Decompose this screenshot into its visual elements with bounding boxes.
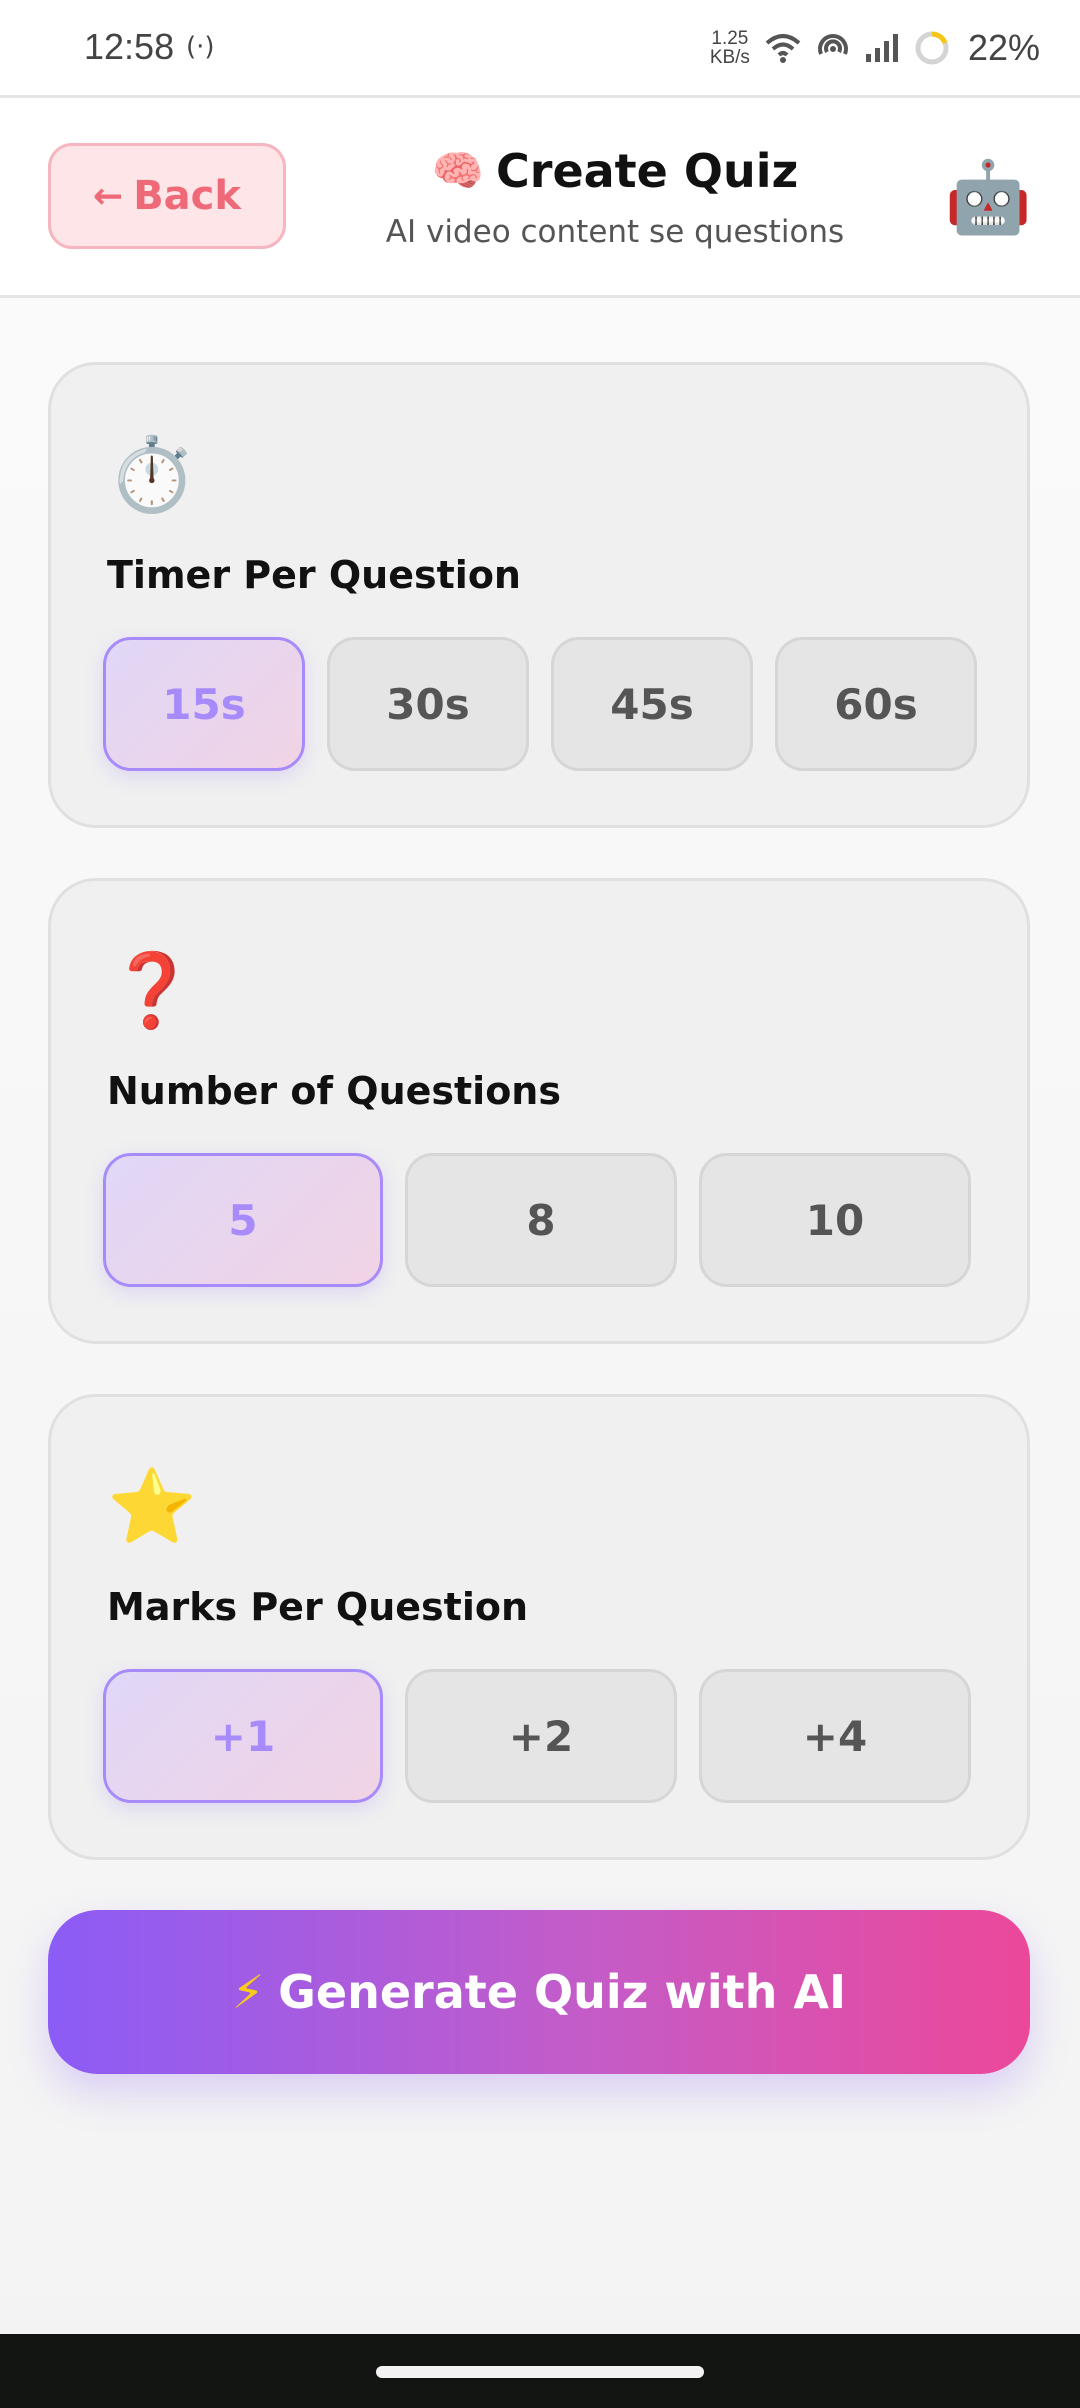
marks-option-plus1[interactable]: +1	[103, 1669, 383, 1803]
questions-options: 5 8 10	[103, 1153, 971, 1287]
navigation-bar	[0, 2334, 1080, 2408]
questions-option-5[interactable]: 5	[103, 1153, 383, 1287]
hotspot-signal-icon	[816, 32, 850, 64]
timer-option-30s[interactable]: 30s	[327, 637, 529, 771]
questions-card: ❓ Number of Questions 5 8 10	[48, 878, 1030, 1344]
marks-options: +1 +2 +4	[103, 1669, 971, 1803]
status-indicators: 1.25 KB/s 22%	[710, 24, 1040, 72]
network-speed-unit: KB/s	[709, 47, 750, 68]
page-subtitle: AI video content se questions	[385, 214, 845, 250]
robot-icon: 🤖	[944, 156, 1032, 238]
hotspot-icon: (·)	[186, 32, 215, 62]
home-indicator[interactable]	[376, 2366, 704, 2378]
timer-card: ⏱️ Timer Per Question 15s 30s 45s 60s	[48, 362, 1030, 828]
timer-option-60s[interactable]: 60s	[775, 637, 977, 771]
question-mark-icon: ❓	[107, 948, 197, 1032]
lightning-icon: ⚡	[231, 1965, 265, 2019]
marks-title: Marks Per Question	[107, 1585, 529, 1629]
battery-percentage: 22%	[967, 27, 1040, 68]
marks-option-plus2[interactable]: +2	[405, 1669, 677, 1803]
status-time: 12:58	[84, 26, 175, 67]
page-title: 🧠 Create Quiz	[0, 144, 1080, 198]
battery-icon	[914, 30, 950, 66]
timer-title: Timer Per Question	[107, 553, 521, 597]
generate-quiz-button[interactable]: ⚡ Generate Quiz with AI	[48, 1910, 1030, 2074]
network-speed: 1.25 KB/s	[710, 29, 750, 67]
star-icon: ⭐	[107, 1464, 197, 1548]
status-bar: 12:58 (·) 1.25 KB/s 22%	[0, 0, 1080, 98]
marks-card: ⭐ Marks Per Question +1 +2 +4	[48, 1394, 1030, 1860]
page-title-text: Create Quiz	[496, 144, 799, 198]
questions-title: Number of Questions	[107, 1069, 561, 1113]
brain-icon: 🧠	[431, 146, 484, 195]
questions-option-10[interactable]: 10	[699, 1153, 971, 1287]
marks-option-plus4[interactable]: +4	[699, 1669, 971, 1803]
generate-quiz-label: Generate Quiz with AI	[278, 1965, 847, 2019]
network-speed-value: 1.25	[711, 28, 749, 49]
stopwatch-icon: ⏱️	[107, 432, 197, 516]
cellular-signal-icon	[864, 32, 900, 64]
timer-options: 15s 30s 45s 60s	[103, 637, 977, 771]
header: ← Back 🧠 Create Quiz AI video content se…	[0, 98, 1080, 298]
questions-option-8[interactable]: 8	[405, 1153, 677, 1287]
wifi-icon	[764, 32, 802, 64]
timer-option-15s[interactable]: 15s	[103, 637, 305, 771]
timer-option-45s[interactable]: 45s	[551, 637, 753, 771]
